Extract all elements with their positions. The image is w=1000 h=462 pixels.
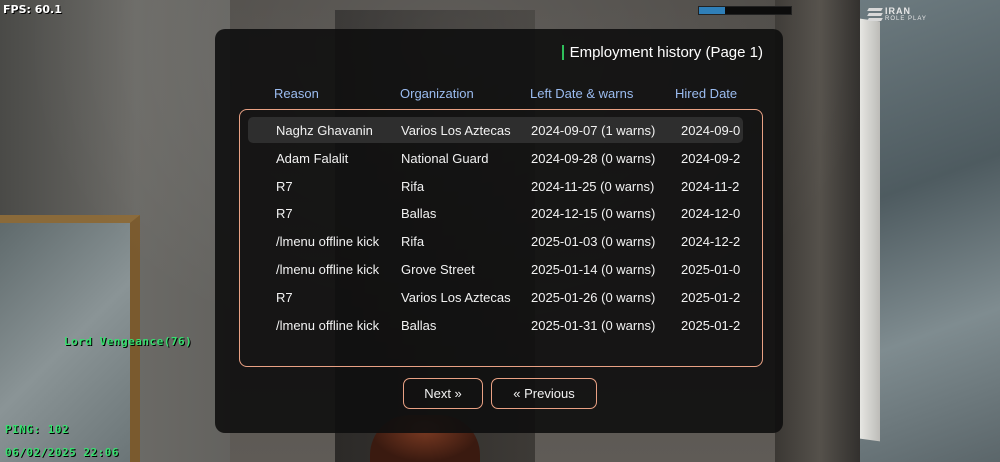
table-cell: 2025-01-03 (0 warns) (531, 234, 656, 250)
table-row[interactable]: R7 Ballas 2024-12-15 (0 warns) 2024-12-0 (248, 200, 743, 226)
table-cell: 2025-01-31 (0 warns) (531, 317, 656, 333)
table-cell: 2025-01-14 (0 warns) (531, 262, 656, 277)
table-cell: Ballas (401, 317, 437, 333)
previous-page-button[interactable]: « Previous (491, 378, 597, 409)
column-header-reason: Reason (274, 86, 319, 101)
table-cell: 2025-01-0 (681, 262, 741, 277)
table-cell: 2024-11-25 (0 warns) (531, 178, 655, 194)
history-table: Naghz Ghavanin Varios Los Aztecas 2024-09-… (239, 109, 763, 367)
column-header-organization: Organization (400, 86, 474, 101)
table-cell: Adam Falalit (276, 150, 349, 166)
table-cell: Naghz Ghavanin (276, 123, 373, 138)
title-accent-bar (561, 45, 564, 60)
table-row[interactable]: R7 Varios Los Aztecas 2025-01-26 (0 warns)… (248, 284, 743, 310)
logo-subtitle: ROLE PLAY (885, 16, 927, 22)
fps-counter: FPS: 60.1 (3, 3, 62, 16)
table-cell: 2024-11-2 (681, 178, 740, 194)
dialog-header: Employment history (Page 1) (561, 44, 763, 61)
table-cell: 2024-09-2 (681, 150, 741, 166)
table-cell: Rifa (401, 178, 425, 194)
table-cell: /lmenu offline kick (276, 234, 380, 250)
table-row[interactable]: /lmenu offline kick Rifa 2025-01-03 (0 war… (248, 228, 743, 254)
table-cell: 2025-01-2 (681, 317, 741, 333)
table-cell: 2024-09-0 (681, 123, 741, 138)
table-cell: 2025-01-26 (0 warns) (531, 289, 656, 305)
table-row[interactable]: Adam Falalit National Guard 2024-09-28 (0 … (248, 145, 743, 171)
table-cell: 2025-01-2 (681, 289, 741, 305)
logo-title: IRAN (885, 6, 911, 16)
table-row[interactable]: R7 Rifa 2024-11-25 (0 warns) 2024-11-2 (248, 173, 743, 199)
table-header: Reason Organization Left Date & warns Hi… (274, 86, 774, 104)
server-progress-bar (698, 6, 792, 15)
table-cell: 2024-09-07 (1 warns) (531, 123, 656, 138)
logo-icon (867, 8, 883, 22)
table-row[interactable]: Naghz Ghavanin Varios Los Aztecas 2024-09-… (248, 117, 743, 143)
next-page-button[interactable]: Next » (403, 378, 483, 409)
table-cell: /lmenu offline kick (276, 262, 380, 277)
table-row[interactable]: /lmenu offline kick Grove Street 2025-01-1… (248, 256, 743, 282)
column-header-hired-date: Hired Date (675, 86, 738, 101)
datetime-display: 06/02/2025 22:06 (5, 446, 119, 459)
player-nametag: Lord Vengeance(76) (64, 335, 193, 348)
table-cell: Grove Street (401, 262, 475, 277)
table-cell: 2024-12-15 (0 warns) (531, 206, 656, 222)
table-cell: 2024-12-0 (681, 206, 741, 222)
table-cell: 2024-09-28 (0 warns) (531, 150, 656, 166)
table-cell: Ballas (401, 206, 437, 222)
table-cell: R7 (276, 206, 293, 222)
column-header-left-date: Left Date & warns (530, 86, 634, 101)
table-cell: R7 (276, 178, 293, 194)
table-cell: Varios Los Aztecas (401, 123, 511, 138)
table-cell: National Guard (401, 150, 489, 166)
table-cell: Varios Los Aztecas (401, 289, 511, 305)
table-row[interactable]: /lmenu offline kick Ballas 2025-01-31 (0 w… (248, 312, 743, 338)
server-progress-fill (699, 7, 725, 14)
table-cell: Rifa (401, 234, 425, 250)
table-cell: 2024-12-2 (681, 234, 741, 250)
server-logo: IRAN ROLE PLAY (867, 6, 927, 23)
ping-display: PING: 102 (5, 423, 70, 436)
dialog-title: Employment history (Page 1) (569, 44, 763, 61)
table-cell: R7 (276, 289, 293, 305)
employment-history-dialog: Employment history (Page 1) Reason Organ… (215, 29, 783, 433)
table-cell: /lmenu offline kick (276, 317, 380, 333)
